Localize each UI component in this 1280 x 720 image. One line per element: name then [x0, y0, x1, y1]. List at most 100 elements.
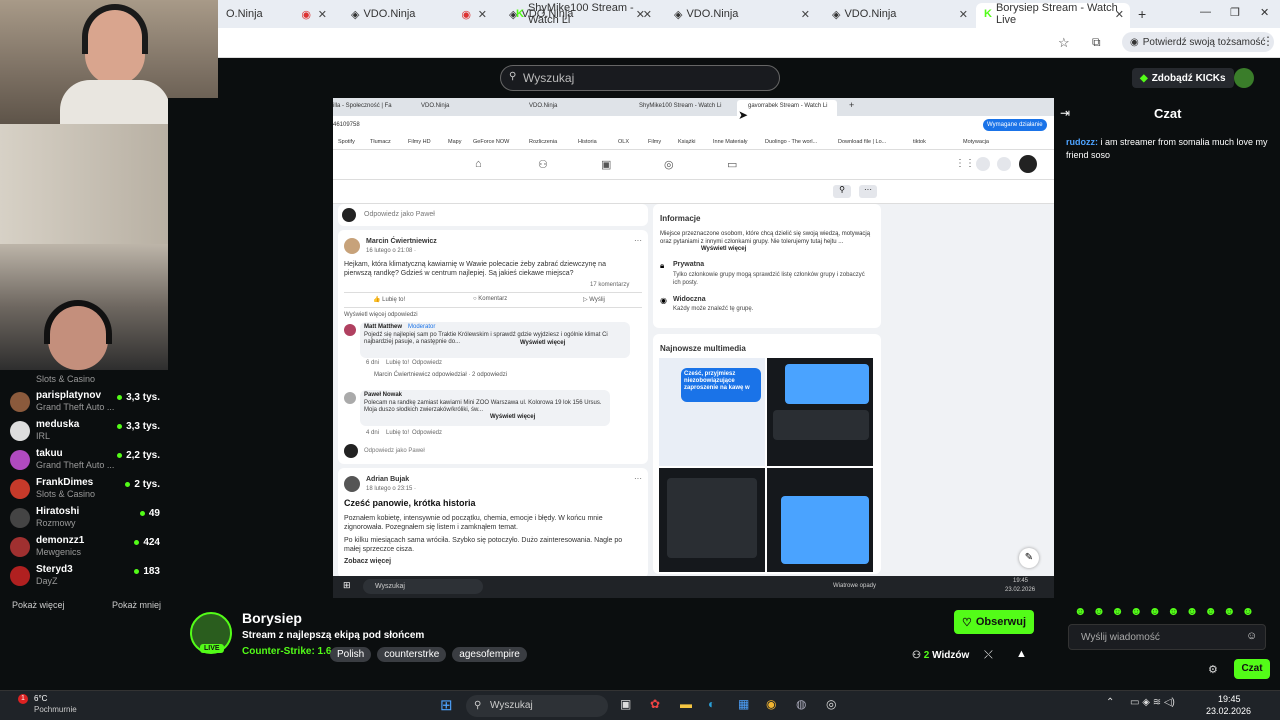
groups-icon[interactable]: ◎	[664, 158, 674, 171]
collapse-chat-icon[interactable]: ⇥	[1060, 106, 1070, 120]
avatar	[344, 324, 356, 336]
inner-tab[interactable]: illa - Społeczność | Fa	[333, 103, 392, 109]
show-more-button[interactable]: Pokaż więcej	[12, 600, 65, 610]
kicks-button[interactable]: ◆ Zdobądź KICKs	[1132, 68, 1234, 88]
windows-start-icon[interactable]: ⊞	[440, 696, 453, 714]
minimize-button[interactable]: —	[1200, 6, 1211, 18]
browser-tab[interactable]: ◈ VDO.Ninja ◉ ✕	[343, 3, 493, 25]
channel-item[interactable]: parisplatynov Grand Theft Auto ... 3,3 t…	[10, 390, 160, 418]
marketplace-icon[interactable]: ▣	[601, 158, 611, 171]
more-replies-link[interactable]: Wyświetl więcej odpowiedzi	[344, 312, 418, 318]
settings-icon[interactable]: ⚙	[1208, 663, 1218, 676]
post-author[interactable]: Marcin Ćwiertniewicz	[366, 238, 437, 245]
update-button[interactable]: Wymagane działanie	[983, 119, 1047, 131]
browser-tab-active[interactable]: K Borysiep Stream - Watch Live ✕	[976, 2, 1130, 28]
inner-tab[interactable]: VDO.Ninja	[421, 103, 449, 109]
chat-input[interactable]: Wyślij wiadomość	[1068, 624, 1266, 650]
copilot-icon[interactable]: ✿	[650, 697, 660, 711]
close-icon[interactable]: ✕	[318, 8, 327, 21]
show-less-button[interactable]: Pokaż mniej	[112, 600, 161, 610]
chat-username[interactable]: rudozz:	[1066, 137, 1098, 147]
friends-icon[interactable]: ⚇	[538, 158, 548, 171]
channel-item[interactable]: demonzz1 Mewgenics 424	[10, 535, 160, 563]
inner-tab[interactable]: VDO.Ninja	[529, 103, 557, 109]
edge-icon[interactable]: ◐	[708, 697, 715, 711]
file-explorer-icon[interactable]: ▬	[680, 697, 692, 711]
browser-tab[interactable]: K ShyMike100 Stream - Watch Li ✕	[508, 2, 658, 26]
chrome-icon[interactable]: ◉	[766, 697, 776, 711]
like-button[interactable]: 👍 Lubię to!	[373, 296, 405, 303]
chat-send-button[interactable]: Czat	[1234, 659, 1270, 679]
more-icon[interactable]: ···	[859, 185, 877, 198]
channel-item[interactable]: Hiratoshi Rozmowy 49	[10, 506, 160, 534]
inner-new-tab[interactable]: +	[849, 100, 854, 110]
close-icon[interactable]: ✕	[478, 8, 487, 21]
profile-avatar[interactable]	[1019, 155, 1037, 173]
browser-tab[interactable]: O.Ninja ◉ ✕	[218, 3, 333, 25]
gaming-icon[interactable]: ▭	[727, 158, 737, 171]
compose-icon[interactable]: ✎	[1019, 548, 1039, 568]
task-view-icon[interactable]: ▣	[620, 697, 631, 711]
profile-button[interactable]: ◉ Potwierdź swoją tożsamość	[1122, 32, 1274, 52]
avatar	[344, 238, 360, 254]
post-options[interactable]: ···	[634, 474, 642, 483]
follow-button[interactable]: ♡ Obserwuj	[954, 610, 1034, 634]
user-avatar[interactable]	[1234, 68, 1254, 88]
comments-count[interactable]: 17 komentarzy	[590, 282, 629, 288]
post-date[interactable]: 16 lutego o 21:08 ·	[366, 248, 416, 254]
messenger-icon[interactable]	[976, 157, 990, 171]
inner-search[interactable]: Wyszukaj	[363, 579, 483, 594]
media-thumbnail[interactable]	[767, 468, 873, 572]
profile-icon: ◉	[1130, 36, 1139, 48]
channel-item[interactable]: takuu Grand Theft Auto ... 2,2 tys.	[10, 448, 160, 476]
search-input[interactable]: ⚲ Wyszukaj	[500, 65, 780, 91]
media-thumbnail[interactable]: Cześć, przyjmiesz niezobowiązujące zapro…	[659, 358, 765, 466]
browser-tab[interactable]: ◈ VDO.Ninja ✕	[824, 3, 974, 25]
share-icon[interactable]: ⤬	[984, 649, 993, 662]
tray-icons[interactable]: ▭ ◈ ≋ ◁)	[1130, 697, 1175, 708]
menu-icon[interactable]: ⋮	[1262, 34, 1274, 48]
report-icon[interactable]: ▲	[1016, 648, 1027, 660]
emoji-icon[interactable]: ☺	[1246, 630, 1257, 642]
close-icon[interactable]: ✕	[801, 8, 810, 21]
share-button[interactable]: ▷ Wyślij	[583, 296, 605, 303]
close-icon[interactable]: ✕	[959, 8, 968, 21]
home-icon[interactable]: ⌂	[475, 158, 482, 170]
tray-chevron-icon[interactable]: ⌃	[1106, 697, 1114, 708]
media-thumbnail[interactable]	[767, 358, 873, 466]
tag[interactable]: agesofempire	[452, 647, 527, 662]
close-icon[interactable]: ✕	[1115, 8, 1124, 21]
stream-player[interactable]: illa - Społeczność | Fa VDO.Ninja VDO.Ni…	[168, 98, 1054, 598]
browser-tab[interactable]: ◈ VDO.Ninja ✕	[666, 3, 816, 25]
store-icon[interactable]: ▦	[738, 697, 749, 711]
maximize-button[interactable]: ❐	[1230, 6, 1240, 19]
channel-item[interactable]: Steryd3 DayZ 183	[10, 564, 160, 592]
inner-tab[interactable]: gavorrabek Stream - Watch Li	[748, 103, 827, 109]
extensions-icon[interactable]: ⧉	[1092, 35, 1101, 50]
stream-game[interactable]: Counter-Strike: 1.6	[242, 646, 331, 657]
channel-item[interactable]: Slots & Casino	[10, 372, 160, 386]
streamer-name[interactable]: Borysiep	[242, 610, 302, 626]
notifications-icon[interactable]	[997, 157, 1011, 171]
taskbar-search[interactable]: ⚲ Wyszukaj	[466, 695, 608, 717]
windows-icon[interactable]: ⊞	[343, 580, 351, 591]
tag[interactable]: Polish	[330, 647, 372, 662]
new-tab-button[interactable]: +	[1138, 6, 1146, 22]
menu-grid-icon[interactable]: ⋮⋮	[955, 158, 975, 169]
inner-tab[interactable]: ShyMike100 Stream - Watch Li	[639, 103, 721, 109]
channel-item[interactable]: meduska IRL 3,3 tys.	[10, 419, 160, 447]
close-icon[interactable]: ✕	[643, 8, 652, 21]
comment-button[interactable]: ○ Komentarz	[473, 296, 507, 302]
reply-box[interactable]: Odpowiedz jako Paweł	[338, 204, 648, 226]
app-icon[interactable]: ◍	[796, 697, 806, 711]
tag[interactable]: counterstrke	[377, 647, 447, 662]
star-icon[interactable]: ☆	[1058, 35, 1070, 51]
channel-item[interactable]: FrankDimes Slots & Casino 2 tys.	[10, 477, 160, 505]
obs-icon[interactable]: ◎	[826, 697, 836, 711]
search-icon[interactable]: ⚲	[833, 185, 851, 198]
post-options[interactable]: ···	[634, 236, 642, 245]
see-more-link[interactable]: Zobacz więcej	[344, 558, 391, 565]
media-thumbnail[interactable]	[659, 468, 765, 572]
emote-icon[interactable]: ☻☻☻☻☻☻☻☻☻☻	[1074, 604, 1260, 618]
close-window-button[interactable]: ✕	[1260, 6, 1269, 19]
